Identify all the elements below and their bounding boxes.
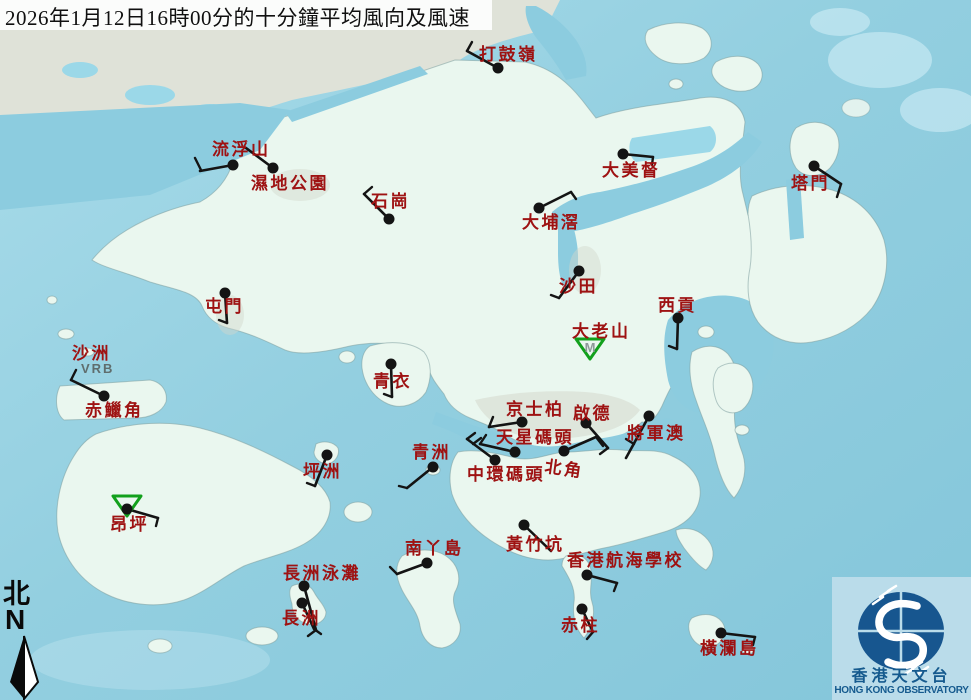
station-label: 赤柱 [561, 617, 600, 634]
wind-barb-tick [837, 184, 841, 197]
station-label: 青衣 [373, 373, 412, 390]
wind-barb-tick [307, 483, 315, 486]
station-dot [228, 160, 239, 171]
station-dot [490, 455, 501, 466]
wind-barb-shaft [71, 380, 104, 396]
wind-barb-tick [71, 370, 76, 380]
station-label: 大美督 [602, 162, 661, 179]
map-title: 2026年1月12日16時00分的十分鐘平均風向及風速 [5, 2, 470, 32]
station-dot [122, 504, 133, 515]
wind-map: M 打鼓嶺流浮山濕地公園石崗大埔滘 大美督塔門屯門沙洲VRB 赤鱲角 青衣 沙田西貢大老… [0, 0, 971, 700]
station-dot [422, 558, 433, 569]
station-label: 西貢 [658, 297, 697, 314]
station-label: 流浮山 [212, 141, 271, 158]
station-dot [809, 161, 820, 172]
station-label: 塔門 [791, 175, 830, 192]
title-strip: 2026年1月12日16時00分的十分鐘平均風向及風速 [0, 0, 492, 30]
station-dot [322, 450, 333, 461]
maintenance-m-label: M [585, 340, 596, 355]
station-dot [534, 203, 545, 214]
station-dot [99, 391, 110, 402]
station-dot [644, 411, 655, 422]
hko-logo: 香港天文台 HONG KONG OBSERVATORY [832, 577, 971, 700]
station-dot [493, 63, 504, 74]
station-dot [577, 604, 588, 615]
variable-wind-note: VRB [81, 362, 114, 375]
hko-name-chinese: 香港天文台 [832, 669, 971, 685]
wind-barb-tick [467, 433, 475, 439]
wind-barb-tick [614, 583, 617, 591]
station-label: 將軍澳 [627, 425, 686, 442]
hko-name-english: HONG KONG OBSERVATORY [832, 686, 971, 696]
station-dot [582, 570, 593, 581]
station-dot [268, 163, 279, 174]
station-label: 沙洲 [72, 345, 111, 362]
station-label: 青洲 [412, 444, 451, 461]
wind-barb-tick [551, 295, 559, 298]
station-dot [519, 520, 530, 531]
wind-barb-tick [156, 518, 158, 526]
station-label: 中環碼頭 [467, 466, 545, 483]
station-label: 京士柏 [506, 401, 565, 418]
station-dot [510, 447, 521, 458]
station-label: 濕地公園 [251, 175, 329, 192]
station-label: 長洲泳灘 [283, 565, 361, 582]
station-label: 香港航海學校 [567, 552, 684, 569]
station-label: 昂坪 [110, 516, 149, 533]
station-dot [428, 462, 439, 473]
wind-barb-layer: M [0, 0, 971, 700]
station-label: 屯門 [205, 298, 244, 315]
station-dot [574, 266, 585, 277]
station-label: 大老山 [572, 323, 631, 340]
station-dot [618, 149, 629, 160]
station-dot [297, 598, 308, 609]
station-label: 橫瀾島 [700, 640, 759, 657]
station-dot [384, 214, 395, 225]
wind-barb-tick [399, 486, 407, 488]
station-label: 坪洲 [303, 463, 342, 480]
wind-barb-tick [390, 567, 397, 574]
station-label: 天星碼頭 [496, 429, 574, 446]
station-label: 黃竹坑 [506, 536, 565, 553]
station-label: 石崗 [371, 193, 410, 210]
station-label: 南丫島 [405, 540, 464, 557]
station-label: 啟德 [573, 405, 612, 422]
compass-arrow-icon [0, 581, 52, 700]
wind-barb-tick [195, 158, 201, 170]
station-dot [716, 628, 727, 639]
station-label: 長洲 [282, 610, 321, 627]
station-label: 赤鱲角 [85, 402, 144, 419]
wind-barb-tick [600, 448, 608, 454]
wind-barb-tick [571, 192, 576, 199]
compass-north: 北 N [0, 581, 52, 700]
station-label: 大埔滘 [522, 214, 581, 231]
station-label: 沙田 [559, 278, 598, 295]
station-dot [386, 359, 397, 370]
wind-barb-tick [467, 42, 472, 51]
station-label: 打鼓嶺 [479, 46, 538, 63]
station-dot [559, 446, 570, 457]
